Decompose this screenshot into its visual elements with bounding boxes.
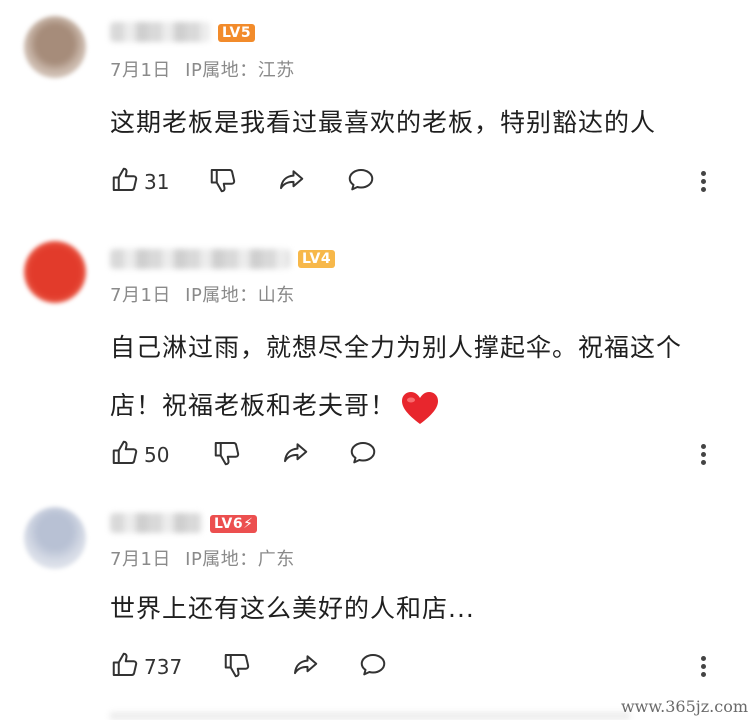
level-badge: LV4 bbox=[298, 250, 336, 268]
comment-date: 7月1日 bbox=[110, 549, 171, 570]
thumbs-down-icon bbox=[212, 438, 242, 472]
dislike-button[interactable] bbox=[208, 166, 238, 198]
reply-button[interactable] bbox=[348, 439, 378, 471]
comment-actions: 737 bbox=[110, 651, 730, 683]
watermark-text: www.365jz.com bbox=[620, 697, 748, 716]
comment-meta: 7月1日 IP属地：广东 bbox=[110, 545, 295, 571]
share-icon bbox=[280, 438, 310, 472]
comment-item: LV6⚡ 7月1日 IP属地：广东 世界上还有这么美好的人和店... 737 bbox=[0, 495, 756, 720]
like-count: 50 bbox=[144, 443, 170, 467]
comment-item: LV4 7月1日 IP属地：山东 自己淋过雨，就想尽全力为别人撑起伞。祝福这个店… bbox=[0, 225, 756, 495]
more-vertical-icon[interactable] bbox=[698, 651, 710, 683]
like-button[interactable]: 50 bbox=[110, 439, 169, 471]
comment-actions: 50 bbox=[110, 439, 730, 471]
level-badge: LV5 bbox=[218, 24, 256, 42]
like-button[interactable]: 31 bbox=[110, 166, 169, 198]
more-vertical-icon[interactable] bbox=[698, 439, 710, 471]
like-count: 737 bbox=[144, 655, 183, 679]
heart-emoji-icon bbox=[400, 389, 440, 425]
avatar[interactable] bbox=[24, 16, 86, 78]
dislike-button[interactable] bbox=[212, 439, 242, 471]
share-button[interactable] bbox=[280, 439, 310, 471]
comment-date: 7月1日 bbox=[110, 285, 171, 306]
share-button[interactable] bbox=[290, 651, 320, 683]
ip-location: IP属地：山东 bbox=[185, 285, 295, 306]
ip-location: IP属地：江苏 bbox=[185, 60, 295, 81]
share-icon bbox=[276, 165, 306, 199]
comment-text: 这期老板是我看过最喜欢的老板，特别豁达的人 bbox=[110, 108, 657, 137]
like-button[interactable]: 737 bbox=[110, 651, 182, 683]
thumbs-up-icon bbox=[110, 165, 140, 199]
comment-text: 世界上还有这么美好的人和店... bbox=[110, 594, 475, 623]
username-blurred[interactable] bbox=[110, 513, 202, 533]
thumbs-up-icon bbox=[110, 438, 140, 472]
reply-button[interactable] bbox=[358, 651, 388, 683]
reply-button[interactable] bbox=[346, 166, 376, 198]
comment-icon bbox=[346, 165, 376, 199]
comment-icon bbox=[358, 650, 388, 684]
more-vertical-icon[interactable] bbox=[698, 166, 710, 198]
level-badge: LV6⚡ bbox=[210, 515, 258, 533]
username-blurred[interactable] bbox=[110, 22, 210, 42]
username-blurred[interactable] bbox=[110, 249, 290, 269]
like-count: 31 bbox=[144, 170, 170, 194]
comment-item: LV5 7月1日 IP属地：江苏 这期老板是我看过最喜欢的老板，特别豁达的人 3… bbox=[0, 0, 756, 225]
comment-actions: 31 bbox=[110, 166, 730, 198]
comment-meta: 7月1日 IP属地：江苏 bbox=[110, 56, 295, 82]
comment-text: 自己淋过雨，就想尽全力为别人撑起伞。祝福这个店！祝福老板和老夫哥！ bbox=[110, 319, 720, 435]
comment-date: 7月1日 bbox=[110, 60, 171, 81]
ip-location: IP属地：广东 bbox=[185, 549, 295, 570]
share-icon bbox=[290, 650, 320, 684]
comment-text-content: 自己淋过雨，就想尽全力为别人撑起伞。祝福这个店！祝福老板和老夫哥！ bbox=[110, 333, 683, 420]
thumbs-down-icon bbox=[208, 165, 238, 199]
avatar[interactable] bbox=[24, 241, 86, 303]
thumbs-down-icon bbox=[222, 650, 252, 684]
dislike-button[interactable] bbox=[222, 651, 252, 683]
comment-meta: 7月1日 IP属地：山东 bbox=[110, 281, 295, 307]
avatar[interactable] bbox=[24, 507, 86, 569]
next-comment-blurred bbox=[110, 712, 630, 720]
share-button[interactable] bbox=[276, 166, 306, 198]
comment-icon bbox=[348, 438, 378, 472]
thumbs-up-icon bbox=[110, 650, 140, 684]
